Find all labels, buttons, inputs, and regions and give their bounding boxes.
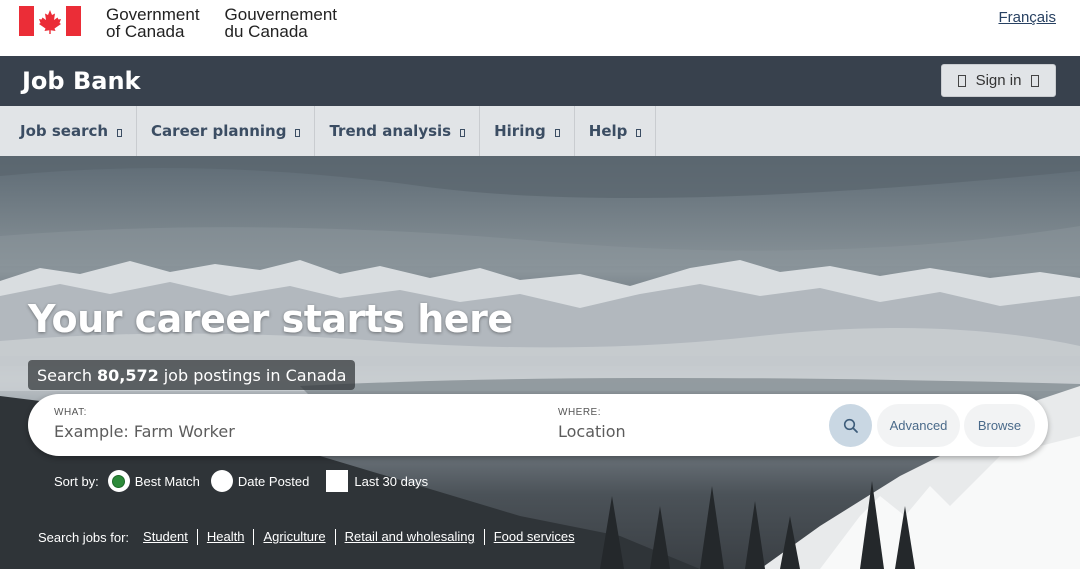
last-30-days-option[interactable]: Last 30 days [326, 470, 428, 492]
menu-item-job-search[interactable]: Job search [6, 106, 138, 156]
sign-in-right-icon [1031, 74, 1040, 87]
gov-name-en-2: of Canada [106, 22, 185, 41]
menu-item-label: Hiring [494, 122, 546, 140]
postings-count-banner: Search 80,572 job postings in Canada [28, 360, 356, 390]
browse-button[interactable]: Browse [964, 404, 1035, 447]
hero-title: Your career starts here [28, 297, 513, 341]
where-field[interactable]: WHERE: Location [558, 407, 626, 441]
government-wordmark: Government of Canada Gouvernement du Can… [106, 6, 337, 40]
what-field[interactable]: WHAT: Example: Farm Worker [54, 407, 235, 441]
gov-name-fr-1: Gouvernement [224, 5, 337, 24]
sort-label: Sort by: [54, 473, 99, 489]
sign-in-button[interactable]: Sign in [941, 64, 1056, 97]
what-input[interactable]: Example: Farm Worker [54, 422, 235, 441]
quick-link-retail[interactable]: Retail and wholesaling [334, 529, 484, 545]
sign-in-left-icon [957, 74, 966, 87]
hero-banner: Your career starts here Search 80,572 jo… [0, 156, 1080, 569]
date-posted-radio[interactable] [210, 470, 233, 492]
main-menu: Job search Career planning Trend analysi… [6, 106, 657, 156]
gov-name-fr-2: du Canada [224, 22, 308, 41]
menu-item-hiring[interactable]: Hiring [480, 106, 575, 156]
job-search-bar: WHAT: Example: Farm Worker WHERE: Locati… [28, 394, 1048, 456]
sort-options: Sort by: Best Match Date Posted Last 30 … [54, 469, 433, 493]
menu-item-label: Career planning [151, 122, 287, 140]
government-header: Government of Canada Gouvernement du Can… [0, 0, 1080, 56]
app-title[interactable]: Job Bank [22, 67, 141, 95]
menu-item-label: Job search [20, 122, 109, 140]
search-icon [843, 418, 858, 433]
chevron-down-icon [554, 128, 560, 137]
menu-item-label: Trend analysis [329, 122, 452, 140]
menu-item-career-planning[interactable]: Career planning [137, 106, 316, 156]
best-match-radio[interactable] [107, 470, 130, 492]
menu-item-trend-analysis[interactable]: Trend analysis [315, 106, 481, 156]
chevron-down-icon [636, 128, 642, 137]
quick-link-food-services[interactable]: Food services [483, 529, 584, 545]
where-label: WHERE: [558, 407, 601, 418]
last-30-days-checkbox[interactable] [326, 470, 349, 492]
chevron-down-icon [460, 128, 466, 137]
language-toggle-link[interactable]: Français [998, 9, 1056, 26]
government-signature[interactable]: Government of Canada Gouvernement du Can… [19, 6, 337, 40]
menu-item-label: Help [588, 122, 628, 140]
chevron-down-icon [295, 128, 301, 137]
quick-link-health[interactable]: Health [196, 529, 254, 545]
last-30-days-label: Last 30 days [354, 473, 429, 489]
search-button[interactable] [829, 404, 872, 447]
quick-search-links: Search jobs for: Student Health Agricult… [38, 527, 584, 547]
date-posted-label: Date Posted [237, 473, 310, 489]
gov-name-en-1: Government [106, 5, 200, 24]
canada-flag-icon [19, 6, 81, 36]
menu-item-help[interactable]: Help [575, 106, 657, 156]
sort-best-match-option[interactable]: Best Match [107, 470, 200, 492]
quick-link-agriculture[interactable]: Agriculture [253, 529, 334, 545]
radio-selected-dot [112, 474, 126, 488]
quick-link-student[interactable]: Student [137, 529, 197, 545]
sort-date-posted-option[interactable]: Date Posted [210, 470, 310, 492]
postings-suffix: job postings in Canada [163, 365, 347, 385]
advanced-search-button[interactable]: Advanced [877, 404, 960, 447]
what-label: WHAT: [54, 407, 87, 418]
postings-count: 80,572 [96, 365, 159, 385]
where-input[interactable]: Location [558, 422, 626, 441]
postings-prefix: Search [37, 365, 92, 385]
chevron-down-icon [117, 128, 123, 137]
app-title-bar: Job Bank Sign in [0, 56, 1080, 106]
best-match-label: Best Match [134, 473, 200, 489]
sign-in-label: Sign in [975, 72, 1022, 89]
quick-search-label: Search jobs for: [38, 529, 130, 545]
